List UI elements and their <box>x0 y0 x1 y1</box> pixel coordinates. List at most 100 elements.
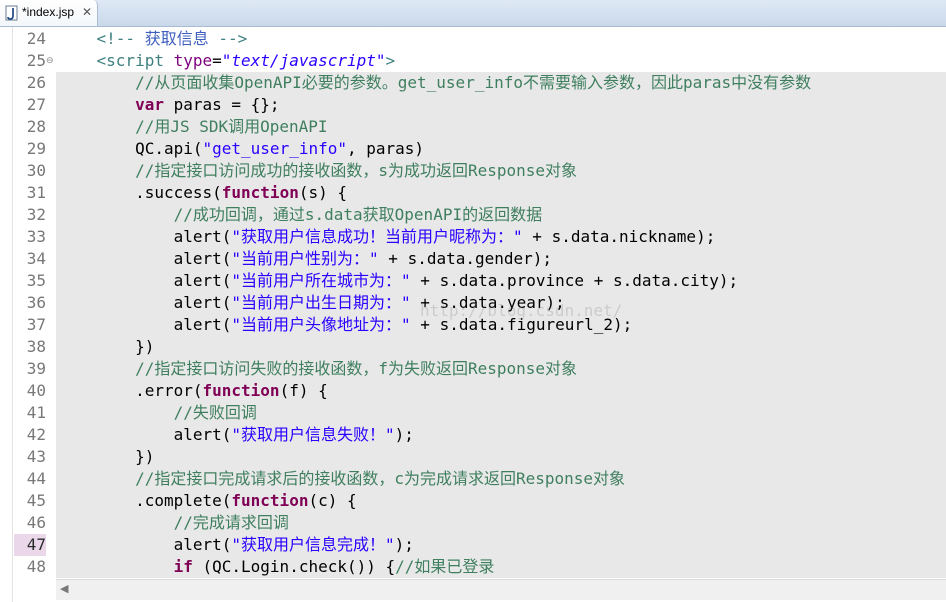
line-number: 26 <box>26 73 46 92</box>
code-text: //从页面收集OpenAPI必要的参数。get_user_info不需要输入参数… <box>58 72 811 94</box>
code-text: <!-- 获取信息 --> <box>58 28 248 50</box>
line-number: 40 <box>26 381 46 400</box>
code-token: //成功回调，通过s.data获取OpenAPI的返回数据 <box>58 205 543 224</box>
code-line[interactable]: 32 //成功回调，通过s.data获取OpenAPI的返回数据 <box>0 204 946 226</box>
code-token: (f) { <box>279 381 328 400</box>
code-token: (QC.Login.check()) { <box>192 557 396 576</box>
code-token: alert( <box>58 535 232 554</box>
code-line[interactable]: 44 //指定接口完成请求后的接收函数，c为完成请求返回Response对象 <box>0 468 946 490</box>
line-number: 41 <box>26 403 46 422</box>
code-token: <script <box>58 51 174 70</box>
code-text: //用JS SDK调用OpenAPI <box>58 116 328 138</box>
code-line[interactable]: 29 QC.api("get_user_info", paras) <box>0 138 946 160</box>
line-number: 27 <box>26 95 46 114</box>
code-line[interactable]: 42 alert("获取用户信息失败！"); <box>0 424 946 446</box>
code-token: .complete( <box>58 491 232 510</box>
code-line[interactable]: 43 }) <box>0 446 946 468</box>
jsp-file-icon <box>5 5 18 21</box>
tab-index-jsp[interactable]: *index.jsp ✕ <box>0 0 98 26</box>
code-token: "text/javascript" <box>221 51 386 70</box>
code-line[interactable]: 38 }) <box>0 336 946 358</box>
line-number: 48 <box>26 557 46 576</box>
code-line[interactable]: 31 .success(function(s) { <box>0 182 946 204</box>
code-token: //完成请求回调 <box>58 513 289 532</box>
code-line[interactable]: 24 <!-- 获取信息 --> <box>0 28 946 50</box>
code-token: alert( <box>58 425 232 444</box>
line-number: 39 <box>26 359 46 378</box>
watermark: http://blog.csdn.net/ <box>420 301 623 320</box>
code-text: .success(function(s) { <box>58 182 347 204</box>
code-token: function <box>231 491 309 510</box>
code-token: "获取用户信息完成！" <box>231 535 395 554</box>
fold-toggle-icon[interactable]: ⊖ <box>46 56 54 66</box>
code-line[interactable]: 48 if (QC.Login.check()) {//如果已登录 <box>0 556 946 578</box>
code-line[interactable]: 39 //指定接口访问失败的接收函数，f为失败返回Response对象 <box>0 358 946 380</box>
scroll-left-icon[interactable]: ◀ <box>60 582 68 595</box>
line-number: 46 <box>26 513 46 532</box>
code-text: var paras = {}; <box>58 94 280 116</box>
close-icon[interactable]: ✕ <box>82 5 92 19</box>
code-text: //指定接口访问失败的接收函数，f为失败返回Response对象 <box>58 358 577 380</box>
line-number: 36 <box>26 293 46 312</box>
code-line[interactable]: 34 alert("当前用户性别为：" + s.data.gender); <box>0 248 946 270</box>
code-line[interactable]: 47 alert("获取用户信息完成！"); <box>0 534 946 556</box>
code-token: //指定接口完成请求后的接收函数，c为完成请求返回Response对象 <box>58 469 626 488</box>
code-token: if <box>173 557 193 576</box>
line-number: 34 <box>26 249 46 268</box>
code-text: alert("获取用户信息成功！当前用户昵称为：" + s.data.nickn… <box>58 226 716 248</box>
code-line[interactable]: 46 //完成请求回调 <box>0 512 946 534</box>
code-text: //完成请求回调 <box>58 512 289 534</box>
code-token: "当前用户头像地址为：" <box>231 315 411 334</box>
code-text: QC.api("get_user_info", paras) <box>58 138 424 160</box>
code-token: //指定接口访问成功的接收函数，s为成功返回Response对象 <box>58 161 578 180</box>
code-token: "获取用户信息失败！" <box>231 425 395 444</box>
code-token: paras = {}; <box>163 95 280 114</box>
code-token: //失败回调 <box>58 403 257 422</box>
code-line[interactable]: 40 .error(function(f) { <box>0 380 946 402</box>
code-line[interactable]: 30 //指定接口访问成功的接收函数，s为成功返回Response对象 <box>0 160 946 182</box>
code-token: ); <box>394 425 414 444</box>
code-token: //从页面收集OpenAPI必要的参数。get_user_info不需要输入参数… <box>58 73 812 92</box>
code-line[interactable]: 35 alert("当前用户所在城市为：" + s.data.province … <box>0 270 946 292</box>
line-number: 44 <box>26 469 46 488</box>
code-token: function <box>202 381 280 400</box>
code-text: <script type="text/javascript"> <box>58 50 396 72</box>
tab-title: *index.jsp <box>22 5 75 19</box>
code-token: --> <box>208 29 248 48</box>
code-text: .complete(function(c) { <box>58 490 357 512</box>
code-token: ); <box>394 535 414 554</box>
editor-tab-bar: *index.jsp ✕ <box>0 0 946 27</box>
code-line[interactable]: 33 alert("获取用户信息成功！当前用户昵称为：" + s.data.ni… <box>0 226 946 248</box>
code-token: }) <box>58 337 155 356</box>
code-token: .success( <box>58 183 222 202</box>
code-line[interactable]: 25 ⊖ <script type="text/javascript"> <box>0 50 946 72</box>
code-line[interactable]: 27 var paras = {}; <box>0 94 946 116</box>
code-line[interactable]: 26 //从页面收集OpenAPI必要的参数。get_user_info不需要输… <box>0 72 946 94</box>
line-highlight <box>56 446 946 468</box>
code-token: "当前用户出生日期为：" <box>231 293 411 312</box>
code-token: type <box>173 51 213 70</box>
horizontal-scrollbar[interactable]: ◀ <box>56 579 946 600</box>
code-token: alert( <box>58 227 232 246</box>
code-token: "当前用户所在城市为：" <box>231 271 411 290</box>
code-token: //用JS SDK调用OpenAPI <box>58 117 328 136</box>
line-number: 43 <box>26 447 46 466</box>
code-line[interactable]: 45 .complete(function(c) { <box>0 490 946 512</box>
code-text: alert("当前用户所在城市为：" + s.data.province + s… <box>58 270 739 292</box>
code-token: }) <box>58 447 155 466</box>
code-token: "get_user_info" <box>202 139 348 158</box>
code-token: > <box>385 51 396 70</box>
line-number: 38 <box>26 337 46 356</box>
code-text: alert("当前用户性别为：" + s.data.gender); <box>58 248 552 270</box>
code-line[interactable]: 41 //失败回调 <box>0 402 946 424</box>
code-text: if (QC.Login.check()) {//如果已登录 <box>58 556 495 578</box>
code-token: 获取信息 <box>144 29 209 48</box>
code-line[interactable]: 28 //用JS SDK调用OpenAPI <box>0 116 946 138</box>
line-number: 31 <box>26 183 46 202</box>
code-token: = <box>212 51 222 70</box>
code-text: //指定接口访问成功的接收函数，s为成功返回Response对象 <box>58 160 577 182</box>
line-number: 37 <box>26 315 46 334</box>
code-editor[interactable]: 24 <!-- 获取信息 --> 25 ⊖ <script type="text/j… <box>0 27 946 602</box>
code-text: }) <box>58 336 154 358</box>
